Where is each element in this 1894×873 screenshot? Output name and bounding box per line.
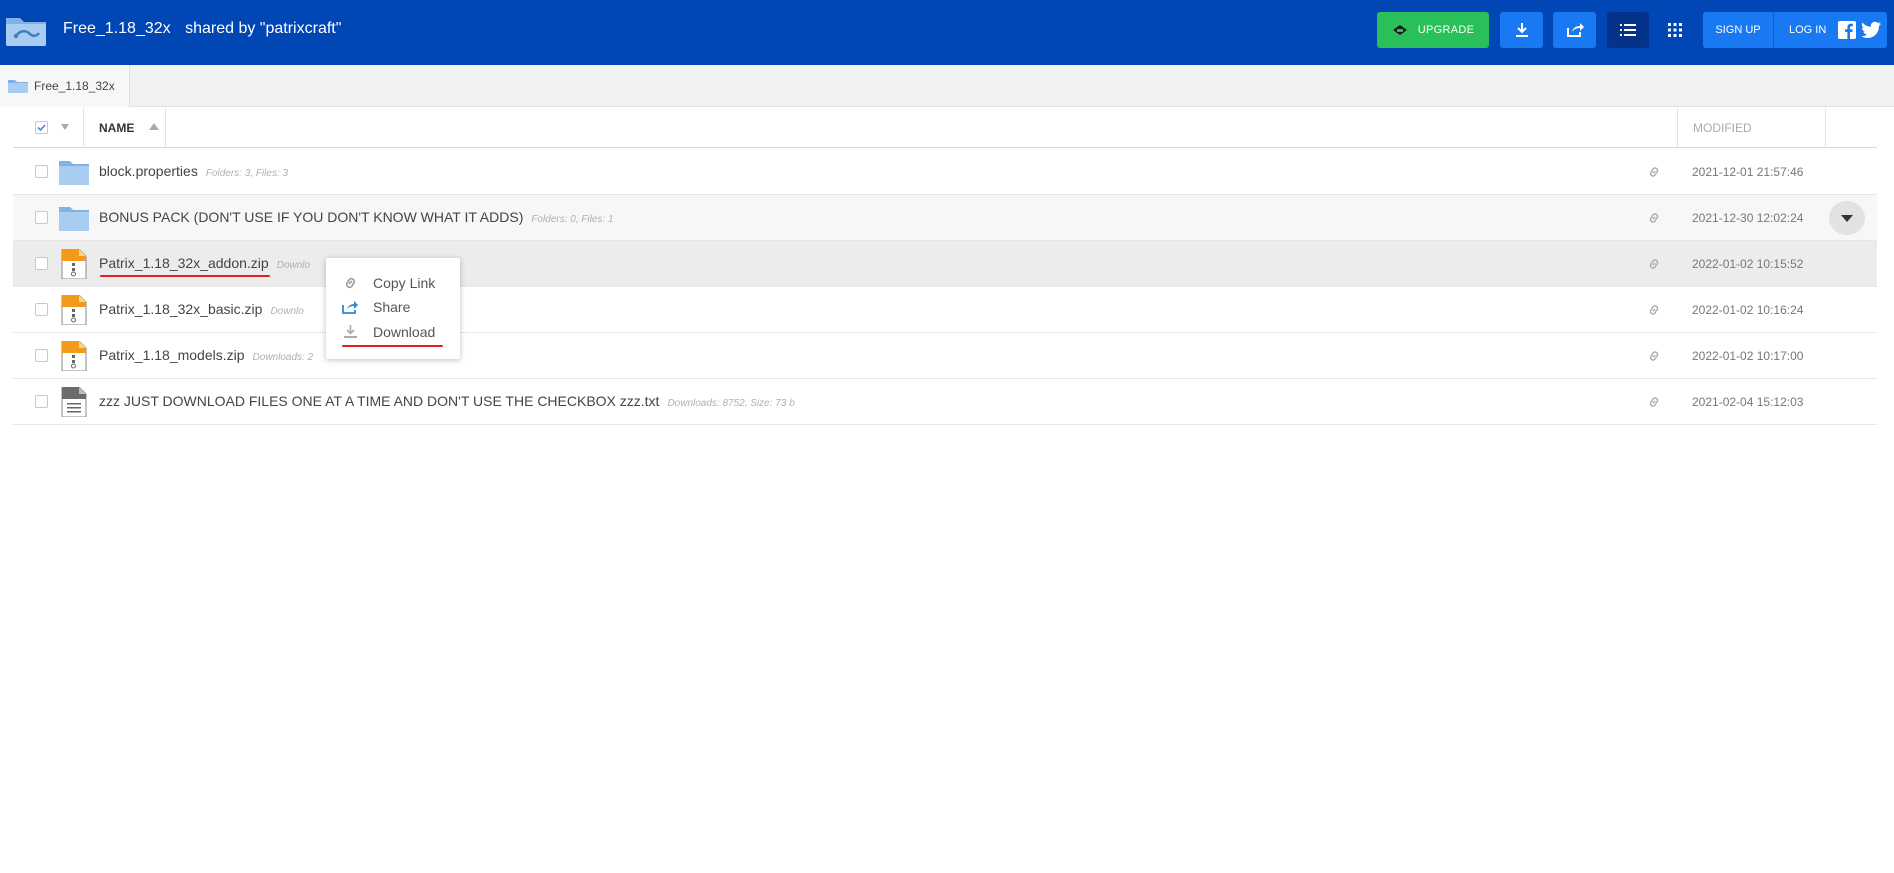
shared-folder-logo-icon — [6, 18, 46, 46]
file-name-text: BONUS PACK (DON'T USE IF YOU DON'T KNOW … — [99, 209, 524, 225]
column-header-name[interactable]: NAME — [99, 121, 134, 135]
column-separator — [83, 108, 84, 148]
link-icon[interactable] — [1647, 395, 1661, 409]
upgrade-icon — [1392, 25, 1407, 35]
file-meta: Folders: 0, Files: 1 — [531, 214, 614, 225]
download-icon — [1515, 23, 1528, 37]
share-icon — [1566, 23, 1584, 37]
menu-item-download[interactable]: Download — [326, 320, 460, 344]
download-icon — [344, 325, 357, 338]
share-button[interactable] — [1553, 12, 1596, 48]
table-row[interactable]: Patrix_1.18_models.zip Downloads: 2 2022-… — [13, 333, 1877, 379]
facebook-icon[interactable] — [1838, 21, 1856, 39]
file-meta: Folders: 3, Files: 3 — [205, 168, 289, 179]
upgrade-label: UPGRADE — [1417, 24, 1475, 36]
modified-date: 2022-01-02 10:15:52 — [1692, 257, 1804, 271]
link-icon — [345, 277, 356, 289]
top-bar: Free_1.18_32x shared by "patrixcraft" UP… — [0, 0, 1894, 65]
file-name-text: zzz JUST DOWNLOAD FILES ONE AT A TIME AN… — [99, 393, 660, 409]
text-file-icon — [61, 387, 87, 417]
column-separator — [1825, 108, 1826, 148]
link-icon[interactable] — [1647, 165, 1661, 179]
file-name[interactable]: Patrix_1.18_32x_basic.zip Downlo — [99, 301, 304, 317]
link-icon[interactable] — [1647, 303, 1661, 317]
table-row[interactable]: BONUS PACK (DON'T USE IF YOU DON'T KNOW … — [13, 195, 1877, 241]
file-name[interactable]: zzz JUST DOWNLOAD FILES ONE AT A TIME AN… — [99, 393, 795, 409]
file-meta: Downlo — [276, 260, 311, 271]
row-checkbox[interactable] — [35, 395, 48, 408]
table-row[interactable]: Patrix_1.18_32x_basic.zip Downlo 2022-01-… — [13, 287, 1877, 333]
context-menu: Copy Link Share Download — [326, 258, 460, 359]
row-checkbox[interactable] — [35, 303, 48, 316]
table-row[interactable]: zzz JUST DOWNLOAD FILES ONE AT A TIME AN… — [13, 379, 1877, 425]
sign-up-button[interactable]: SIGN UP — [1703, 12, 1774, 48]
select-all-checkbox[interactable] — [35, 121, 48, 134]
file-name-text: Patrix_1.18_models.zip — [99, 347, 245, 363]
file-name[interactable]: Patrix_1.18_models.zip Downloads: 2 — [99, 347, 313, 363]
folder-name: Free_1.18_32x — [63, 20, 171, 37]
modified-date: 2021-12-30 12:02:24 — [1692, 211, 1804, 225]
download-all-button[interactable] — [1500, 12, 1543, 48]
row-menu-button[interactable] — [1829, 201, 1865, 235]
modified-date: 2021-02-04 15:12:03 — [1692, 395, 1804, 409]
page-title: Free_1.18_32x shared by "patrixcraft" — [63, 20, 341, 38]
breadcrumb-label: Free_1.18_32x — [34, 79, 115, 93]
table-row[interactable]: block.properties Folders: 3, Files: 3 202… — [13, 149, 1877, 195]
annotation-underline — [100, 275, 270, 277]
auth-group: SIGN UP LOG IN — [1703, 12, 1887, 48]
link-icon[interactable] — [1647, 349, 1661, 363]
row-checkbox[interactable] — [35, 165, 48, 178]
share-icon — [342, 301, 358, 314]
folder-icon — [59, 161, 89, 185]
modified-date: 2022-01-02 10:17:00 — [1692, 349, 1804, 363]
table-header: NAME MODIFIED — [13, 108, 1877, 148]
column-separator — [1677, 108, 1678, 148]
modified-date: 2022-01-02 10:16:24 — [1692, 303, 1804, 317]
row-checkbox[interactable] — [35, 257, 48, 270]
list-view-button[interactable] — [1607, 12, 1649, 48]
file-meta: Downloads: 8752, Size: 73 b — [667, 398, 795, 409]
grid-view-button[interactable] — [1654, 12, 1696, 48]
link-icon[interactable] — [1647, 211, 1661, 225]
modified-date: 2021-12-01 21:57:46 — [1692, 165, 1804, 179]
file-name[interactable]: BONUS PACK (DON'T USE IF YOU DON'T KNOW … — [99, 209, 614, 225]
zip-file-icon — [61, 295, 87, 325]
folder-icon — [59, 207, 89, 231]
log-in-label: LOG IN — [1789, 24, 1827, 36]
breadcrumb[interactable]: Free_1.18_32x — [0, 65, 130, 107]
file-name-text: Patrix_1.18_32x_basic.zip — [99, 301, 263, 317]
menu-item-copy-link[interactable]: Copy Link — [326, 271, 460, 295]
column-header-modified[interactable]: MODIFIED — [1693, 121, 1752, 135]
menu-item-share[interactable]: Share — [326, 295, 460, 319]
breadcrumb-bar: Free_1.18_32x — [0, 65, 1894, 107]
file-name-text: block.properties — [99, 163, 198, 179]
checkmark-icon — [37, 124, 46, 132]
annotation-underline — [342, 345, 443, 347]
file-name[interactable]: Patrix_1.18_32x_addon.zip Downlo — [99, 255, 310, 271]
chevron-down-icon — [1841, 215, 1853, 222]
file-meta: Downlo — [270, 306, 304, 317]
sort-ascending-icon[interactable] — [149, 123, 159, 130]
shared-by-text: shared by "patrixcraft" — [185, 20, 342, 37]
file-name-text: Patrix_1.18_32x_addon.zip — [99, 255, 269, 271]
grid-view-icon — [1668, 23, 1682, 37]
row-checkbox[interactable] — [35, 349, 48, 362]
upgrade-button[interactable]: UPGRADE — [1377, 12, 1489, 48]
file-meta: Downloads: 2 — [252, 352, 314, 363]
file-name[interactable]: block.properties Folders: 3, Files: 3 — [99, 163, 288, 179]
table-row[interactable]: Patrix_1.18_32x_addon.zip Downlo 2022-01-… — [13, 241, 1877, 287]
column-separator — [165, 108, 166, 148]
row-checkbox[interactable] — [35, 211, 48, 224]
select-dropdown-icon[interactable] — [61, 124, 69, 130]
list-view-icon — [1620, 24, 1636, 36]
folder-icon — [8, 80, 28, 93]
menu-item-label: Copy Link — [373, 275, 436, 291]
zip-file-icon — [61, 341, 87, 371]
zip-file-icon — [61, 249, 87, 279]
menu-item-label: Download — [373, 324, 436, 340]
menu-item-label: Share — [373, 299, 411, 315]
twitter-icon[interactable] — [1861, 21, 1881, 39]
link-icon[interactable] — [1647, 257, 1661, 271]
